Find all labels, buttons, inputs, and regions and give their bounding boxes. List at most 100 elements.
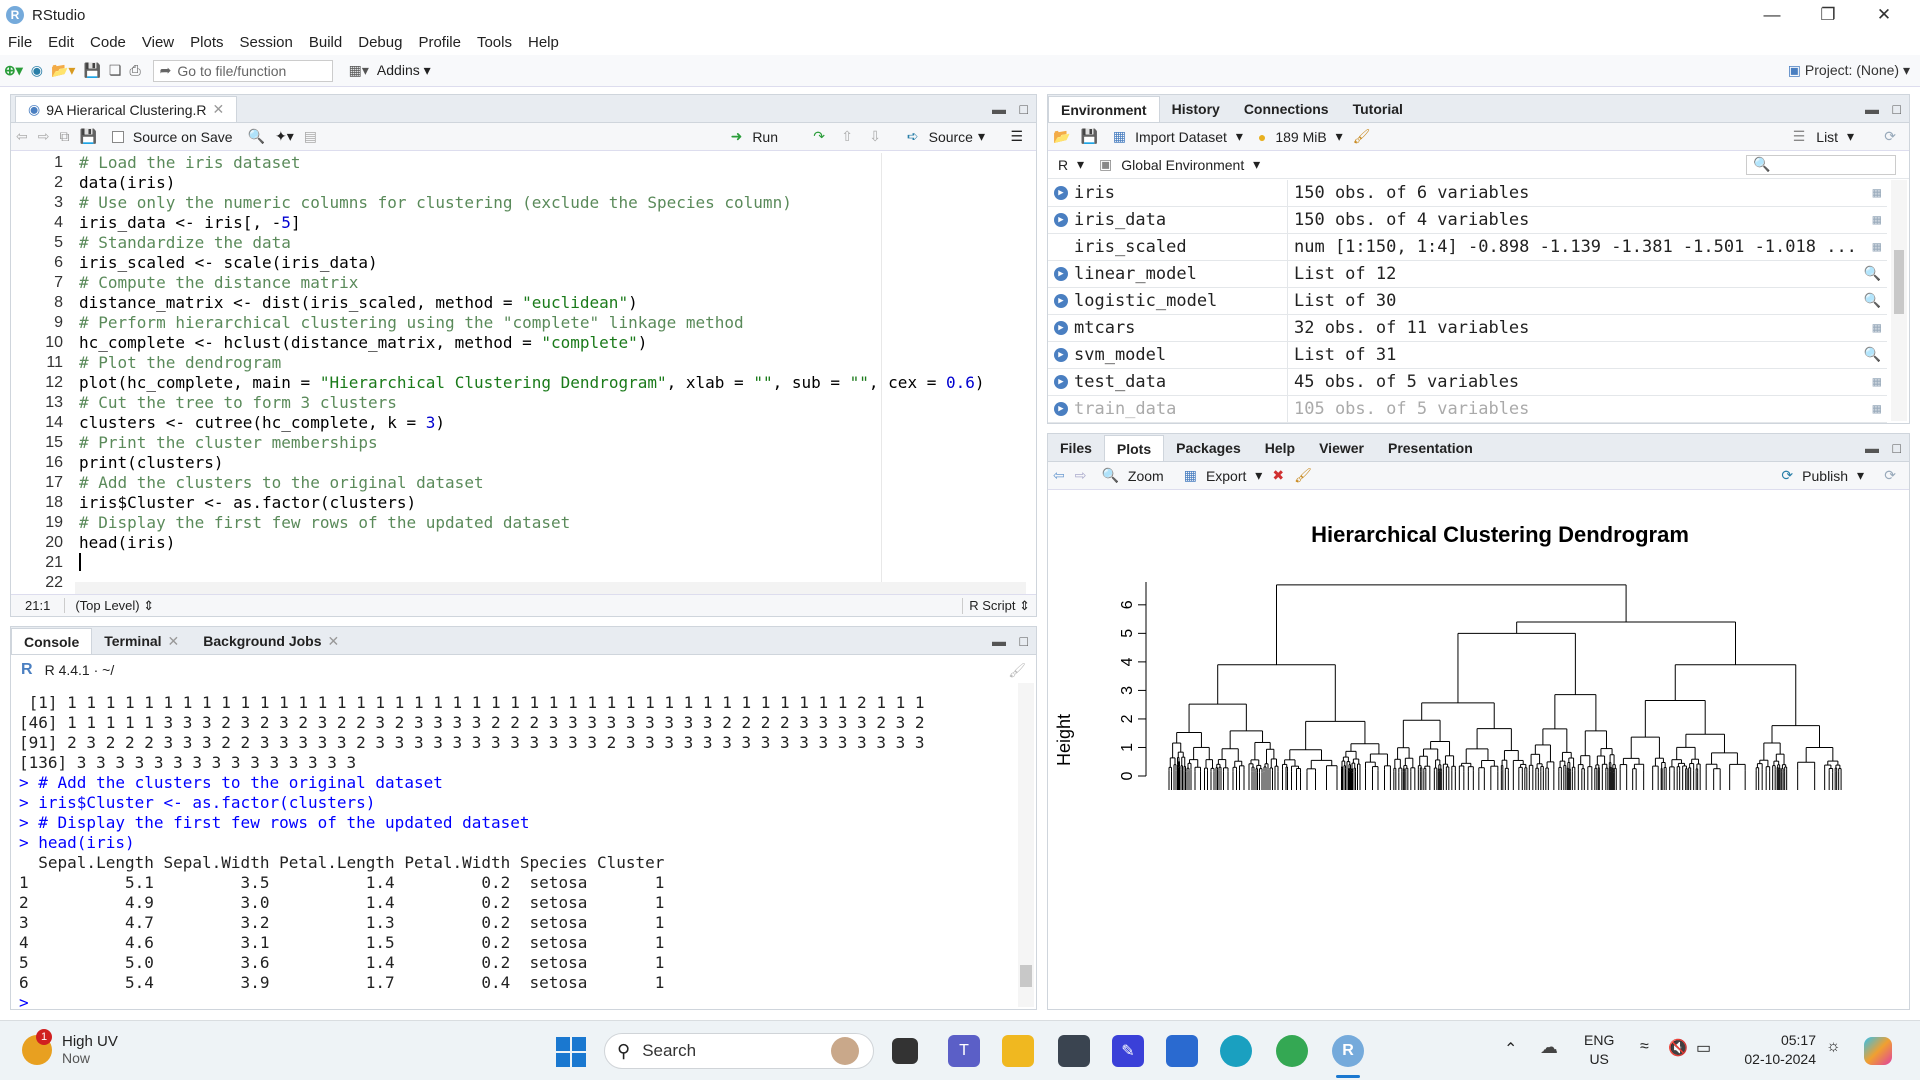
env-row[interactable]: ▶ test_data 45 obs. of 5 variables ▦	[1048, 369, 1887, 396]
find-icon[interactable]: 🔍	[248, 128, 265, 145]
source-on-save-checkbox[interactable]: Source on Save	[107, 129, 238, 145]
minimize-icon[interactable]: —	[1744, 0, 1800, 30]
tab-terminal[interactable]: Terminal ✕	[92, 628, 191, 654]
console-scroll-thumb[interactable]	[1020, 965, 1032, 987]
menu-code[interactable]: Code	[82, 34, 134, 51]
load-workspace-icon[interactable]: 📂	[1053, 128, 1070, 145]
view-mode-selector[interactable]: ☰ List ▾	[1788, 128, 1854, 145]
store-icon[interactable]	[1166, 1035, 1198, 1067]
language-selector[interactable]: R ▾	[1053, 156, 1084, 173]
code-line[interactable]: plot(hc_complete, main = "Hierarchical C…	[79, 373, 1026, 393]
env-row[interactable]: ▶ iris_data 150 obs. of 4 variables ▦	[1048, 207, 1887, 234]
tab-plots[interactable]: Plots	[1103, 435, 1165, 461]
close-terminal-icon[interactable]: ✕	[168, 633, 180, 650]
tab-environment[interactable]: Environment	[1048, 96, 1160, 122]
expand-arrow-icon[interactable]: ▶	[1054, 321, 1068, 335]
view-data-icon[interactable]: ▦	[1873, 401, 1881, 417]
env-row[interactable]: ▶ linear_model List of 12 🔍	[1048, 261, 1887, 288]
menu-plots[interactable]: Plots	[182, 34, 231, 51]
close-jobs-icon[interactable]: ✕	[328, 633, 340, 650]
menu-debug[interactable]: Debug	[350, 34, 410, 51]
rerun-icon[interactable]: ↷	[813, 128, 825, 145]
code-line[interactable]	[79, 553, 1026, 573]
code-line[interactable]: # Display the first few rows of the upda…	[79, 513, 1026, 533]
new-project-icon[interactable]: ◉	[31, 62, 43, 79]
focus-assist-icon[interactable]: ☼	[1826, 1038, 1841, 1056]
close-icon[interactable]: ✕	[1856, 0, 1912, 30]
remove-plot-icon[interactable]: ✖	[1272, 467, 1284, 484]
code-line[interactable]: print(clusters)	[79, 453, 1026, 473]
env-row[interactable]: ▶ logistic_model List of 30 🔍	[1048, 288, 1887, 315]
down-icon[interactable]: ⇩	[869, 128, 881, 145]
expand-arrow-icon[interactable]: ▶	[1054, 402, 1068, 416]
up-icon[interactable]: ⇧	[841, 128, 853, 145]
view-data-icon[interactable]: ▦	[1873, 239, 1881, 255]
addins-menu[interactable]: Addins ▾	[377, 62, 431, 79]
menu-file[interactable]: File	[0, 34, 40, 51]
previous-plot-icon[interactable]: ⇦	[1053, 467, 1065, 484]
expand-arrow-icon[interactable]: ▶	[1054, 213, 1068, 227]
menu-edit[interactable]: Edit	[40, 34, 82, 51]
inspect-icon[interactable]: 🔍	[1864, 266, 1881, 282]
maximize-env-icon[interactable]: □	[1893, 101, 1901, 117]
maximize-plots-icon[interactable]: □	[1893, 440, 1901, 456]
view-data-icon[interactable]: ▦	[1873, 320, 1881, 336]
env-row[interactable]: ▶ train_data 105 obs. of 5 variables ▦	[1048, 396, 1887, 423]
export-button[interactable]: ▦ Export ▾	[1179, 467, 1263, 484]
publish-button[interactable]: ⟳ Publish ▾	[1776, 467, 1864, 484]
close-tab-icon[interactable]: ✕	[213, 101, 225, 118]
console-scrollbar[interactable]	[1018, 683, 1034, 1007]
clear-objects-icon[interactable]: 🖌	[1353, 128, 1371, 145]
env-scrollbar[interactable]	[1891, 180, 1907, 421]
code-line[interactable]: iris_data <- iris[, -5]	[79, 213, 1026, 233]
code-line[interactable]: data(iris)	[79, 173, 1026, 193]
save-icon[interactable]: 💾	[83, 62, 100, 79]
maximize-console-icon[interactable]: □	[1020, 633, 1028, 649]
menu-session[interactable]: Session	[232, 34, 301, 51]
volume-mute-icon[interactable]: 🔇	[1668, 1038, 1688, 1058]
show-hidden-icons[interactable]: ⌃	[1504, 1039, 1517, 1059]
menu-build[interactable]: Build	[301, 34, 350, 51]
tab-connections[interactable]: Connections	[1232, 96, 1341, 122]
rstudio-taskbar-icon[interactable]: R	[1332, 1035, 1364, 1067]
weather-widget[interactable]: 1 High UV Now	[22, 1028, 118, 1066]
inspect-icon[interactable]: 🔍	[1864, 347, 1881, 363]
env-search-input[interactable]: 🔍	[1746, 154, 1896, 175]
code-area[interactable]: # Load the iris dataset data(iris) # Use o…	[79, 153, 1026, 582]
env-row[interactable]: ▶ svm_model List of 31 🔍	[1048, 342, 1887, 369]
expand-arrow-icon[interactable]: ▶	[1054, 294, 1068, 308]
chrome-icon[interactable]	[1276, 1035, 1308, 1067]
tab-script[interactable]: ◉ 9A Hierarical Clustering.R ✕	[15, 96, 238, 122]
code-line[interactable]: # Perform hierarchical clustering using …	[79, 313, 1026, 333]
tab-viewer[interactable]: Viewer	[1307, 435, 1376, 461]
tab-history[interactable]: History	[1160, 96, 1232, 122]
outline-icon[interactable]: ☰	[1010, 128, 1023, 145]
language-indicator[interactable]: ENG US	[1584, 1031, 1614, 1069]
zoom-button[interactable]: 🔍 Zoom	[1096, 467, 1168, 484]
view-data-icon[interactable]: ▦	[1873, 185, 1881, 201]
clear-plots-icon[interactable]: 🖌	[1294, 467, 1312, 484]
code-line[interactable]: # Load the iris dataset	[79, 153, 1026, 173]
import-dataset-button[interactable]: ▦ Import Dataset ▾	[1108, 128, 1243, 145]
code-line[interactable]: hc_complete <- hclust(distance_matrix, m…	[79, 333, 1026, 353]
code-line[interactable]: iris_scaled <- scale(iris_data)	[79, 253, 1026, 273]
minimize-pane-icon[interactable]: ▬	[992, 101, 1006, 117]
env-row[interactable]: iris_scaled num [1:150, 1:4] -0.898 -1.13…	[1048, 234, 1887, 261]
save-workspace-icon[interactable]: 💾	[1080, 128, 1097, 145]
env-row[interactable]: ▶ mtcars 32 obs. of 11 variables ▦	[1048, 315, 1887, 342]
expand-arrow-icon[interactable]: ▶	[1054, 375, 1068, 389]
code-tools-icon[interactable]: ✦▾	[275, 128, 294, 145]
memory-usage[interactable]: ● 189 MiB ▾	[1253, 128, 1343, 145]
code-line[interactable]: distance_matrix <- dist(iris_scaled, met…	[79, 293, 1026, 313]
code-line[interactable]: # Use only the numeric columns for clust…	[79, 193, 1026, 213]
open-file-icon[interactable]: 📂▾	[51, 62, 75, 79]
menu-view[interactable]: View	[134, 34, 182, 51]
save-script-icon[interactable]: 💾	[79, 128, 96, 145]
scope-env-selector[interactable]: ▣ Global Environment ▾	[1094, 156, 1260, 173]
code-line[interactable]: clusters <- cutree(hc_complete, k = 3)	[79, 413, 1026, 433]
expand-arrow-icon[interactable]: ▶	[1054, 348, 1068, 362]
env-row[interactable]: ▶ iris 150 obs. of 6 variables ▦	[1048, 180, 1887, 207]
minimize-console-icon[interactable]: ▬	[992, 633, 1006, 649]
run-button[interactable]: ➜ Run	[726, 128, 783, 145]
view-data-icon[interactable]: ▦	[1873, 374, 1881, 390]
